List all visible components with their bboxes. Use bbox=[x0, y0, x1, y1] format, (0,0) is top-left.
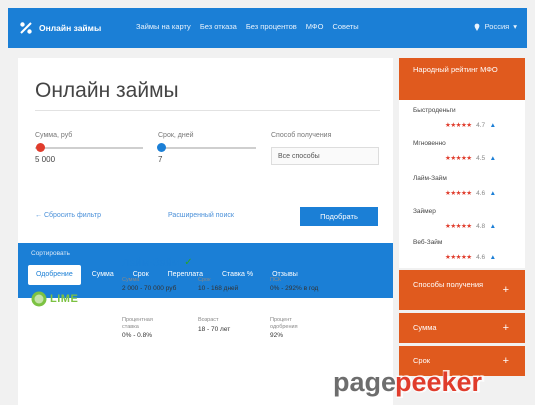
sum-label: Сумма, руб bbox=[35, 132, 73, 139]
term-label: Срок, дней bbox=[158, 132, 194, 139]
rating-item-name: Займер bbox=[413, 208, 436, 215]
nav-link-mfo[interactable]: МФО bbox=[306, 22, 324, 31]
offer-term-value: 10 - 168 дней bbox=[198, 285, 239, 292]
rating-item-score: 4.6 bbox=[476, 190, 486, 197]
offer-sum-label: Сумма bbox=[122, 277, 140, 283]
accordion-term-label: Срок bbox=[413, 356, 431, 365]
submit-button[interactable]: Подобрать bbox=[300, 207, 378, 226]
rating-item-score: 4.8 bbox=[476, 223, 486, 230]
check-icon: ✓ bbox=[184, 257, 193, 268]
rating-item-score: 4.6 bbox=[476, 254, 486, 261]
main-content: Онлайн займы Сумма, руб 5 000 Срок, дней… bbox=[18, 58, 393, 405]
sum-value: 5 000 bbox=[35, 155, 56, 164]
region-label: Россия bbox=[484, 22, 510, 31]
extended-search-link[interactable]: Расширенный поиск bbox=[168, 212, 234, 219]
accordion-methods-label: Способы получения bbox=[413, 280, 484, 289]
stars-icon: ★★★★★ bbox=[445, 155, 472, 162]
location-pin-icon bbox=[474, 23, 480, 31]
pagepeeker-watermark: pagepeeker page peeker bbox=[332, 366, 486, 399]
rating-item[interactable]: Мгновенно ★★★★★ 4.5 ▲ bbox=[413, 140, 496, 165]
sum-slider[interactable] bbox=[35, 143, 143, 152]
region-selector[interactable]: Россия ▾ bbox=[473, 22, 517, 31]
rating-item[interactable]: Веб-Займ ★★★★★ 4.6 ▲ bbox=[413, 239, 496, 264]
svg-text:page: page bbox=[333, 367, 396, 397]
rating-item[interactable]: Лайм-Займ ★★★★★ 4.6 ▲ bbox=[413, 175, 496, 200]
percent-icon bbox=[20, 22, 32, 34]
term-slider-thumb-icon[interactable] bbox=[156, 143, 166, 152]
lime-logo[interactable]: LIME bbox=[31, 290, 81, 308]
sort-tab-approval[interactable]: Одобрение bbox=[28, 265, 81, 285]
brand-logo[interactable]: Онлайн займы bbox=[18, 20, 101, 36]
rating-item-score: 4.5 bbox=[476, 155, 486, 162]
page-title: Онлайн займы bbox=[35, 79, 179, 102]
term-value: 7 bbox=[158, 155, 163, 164]
nav-link-no-interest[interactable]: Без процентов bbox=[246, 22, 297, 31]
up-arrow-icon: ▲ bbox=[489, 155, 497, 162]
offer-rate-label: Процентная ставка bbox=[122, 317, 153, 330]
offer-sum-value: 2 000 - 70 000 руб bbox=[122, 285, 177, 292]
offer-approval-value: 92% bbox=[270, 332, 284, 339]
rating-header: Народный рейтинг МФО bbox=[399, 58, 525, 100]
up-arrow-icon: ▲ bbox=[489, 254, 497, 261]
top-navigation-bar: Онлайн займы Займы на карту Без отказа Б… bbox=[8, 8, 527, 48]
rating-item-score: 4.7 bbox=[476, 122, 486, 129]
up-arrow-icon: ▲ bbox=[489, 122, 497, 129]
term-slider[interactable] bbox=[156, 143, 256, 152]
accordion-methods[interactable]: Способы получения + bbox=[399, 270, 525, 310]
rating-item-name: Веб-Займ bbox=[413, 239, 443, 246]
nav-link-no-refusal[interactable]: Без отказа bbox=[200, 22, 237, 31]
offer-age-label: Возраст bbox=[198, 317, 219, 323]
offer-psk-label: ПСК bbox=[270, 277, 282, 283]
title-divider bbox=[35, 110, 380, 111]
offer-rate-value: 0% - 0.8% bbox=[122, 332, 152, 339]
rating-item-name: Быстроденьги bbox=[413, 107, 456, 114]
stars-icon: ★★★★★ bbox=[445, 122, 472, 129]
stars-icon: ★★★★★ bbox=[445, 254, 472, 261]
accordion-sum-label: Сумма bbox=[413, 323, 437, 332]
up-arrow-icon: ▲ bbox=[489, 223, 497, 230]
stars-icon: ★★★★★ bbox=[445, 190, 472, 197]
plus-icon: + bbox=[502, 322, 509, 334]
sort-tab-sum[interactable]: Сумма bbox=[84, 265, 122, 285]
sum-slider-thumb-icon[interactable] bbox=[36, 143, 46, 152]
offer-term-label: Срок bbox=[198, 277, 211, 283]
rating-item-name: Мгновенно bbox=[413, 140, 446, 147]
brand-name: Онлайн займы bbox=[39, 23, 102, 33]
svg-text:peeker: peeker bbox=[395, 367, 483, 397]
plus-icon: + bbox=[502, 284, 509, 296]
offer-psk-value: 0% - 292% в год bbox=[270, 285, 319, 292]
rating-item-name: Лайм-Займ bbox=[413, 175, 447, 182]
reset-filter-link[interactable]: ← Сбросить фильтр bbox=[35, 212, 101, 219]
stars-icon: ★★★★★ bbox=[445, 223, 472, 230]
sort-label: Сортировать bbox=[31, 250, 70, 257]
rating-item[interactable]: Быстроденьги ★★★★★ 4.7 ▲ bbox=[413, 107, 496, 132]
rating-list: Быстроденьги ★★★★★ 4.7 ▲ Мгновенно ★★★★★… bbox=[399, 100, 525, 268]
up-arrow-icon: ▲ bbox=[489, 190, 497, 197]
offer-title-link[interactable]: Лайм-Займ ✓ bbox=[122, 257, 193, 269]
offer-title: Лайм-Займ bbox=[122, 257, 180, 269]
chevron-down-icon: ▾ bbox=[513, 22, 517, 31]
method-label: Способ получения bbox=[271, 132, 332, 139]
main-nav: Займы на карту Без отказа Без процентов … bbox=[136, 22, 359, 31]
lime-logo-text: LIME bbox=[50, 293, 79, 305]
offer-age-value: 18 - 70 лет bbox=[198, 326, 231, 333]
nav-link-tips[interactable]: Советы bbox=[332, 22, 358, 31]
accordion-sum[interactable]: Сумма + bbox=[399, 313, 525, 343]
lime-logo-mark-icon bbox=[31, 291, 47, 307]
nav-link-card-loans[interactable]: Займы на карту bbox=[136, 22, 191, 31]
method-select[interactable]: Все способы bbox=[271, 147, 379, 165]
rating-item[interactable]: Займер ★★★★★ 4.8 ▲ bbox=[413, 208, 496, 233]
offer-approval-label: Процент одобрения bbox=[270, 317, 298, 330]
